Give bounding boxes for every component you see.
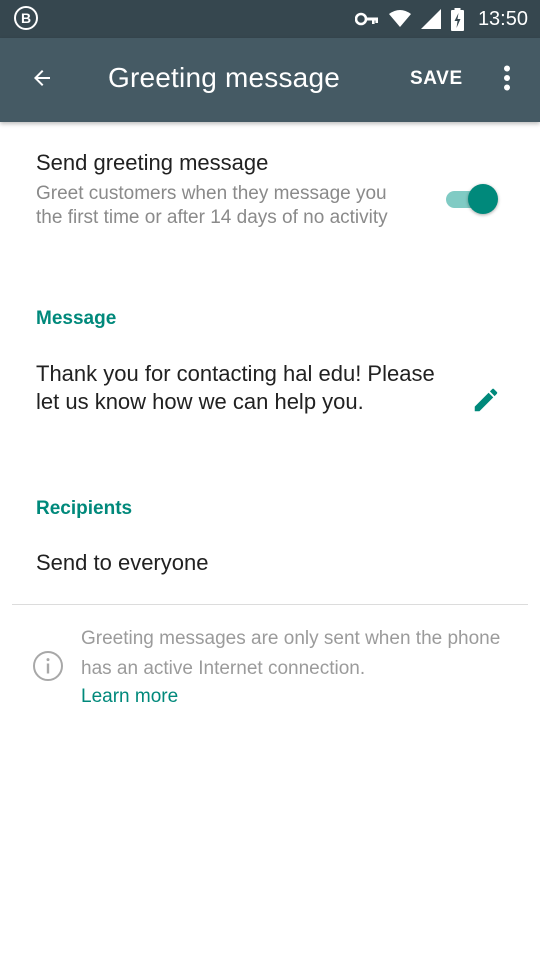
switch-thumb xyxy=(468,184,498,214)
recipients-row[interactable]: Send to everyone xyxy=(0,536,540,594)
more-vert-icon xyxy=(503,65,511,96)
message-row[interactable]: Thank you for contacting hal edu! Please… xyxy=(0,350,540,460)
key-icon xyxy=(354,12,379,26)
back-button[interactable] xyxy=(22,60,62,100)
send-greeting-switch[interactable] xyxy=(444,184,500,214)
send-greeting-description: Greet customers when they message you th… xyxy=(36,183,388,228)
status-bar: B 13:50 xyxy=(0,0,540,38)
info-icon xyxy=(32,650,64,687)
save-button[interactable]: SAVE xyxy=(410,68,463,90)
info-note-text: Greeting messages are only sent when the… xyxy=(81,628,501,679)
status-time: 13:50 xyxy=(477,7,528,30)
divider xyxy=(12,604,528,605)
back-arrow-icon xyxy=(30,66,54,95)
wifi-icon xyxy=(388,10,411,28)
message-section-header: Message xyxy=(36,308,117,329)
pencil-icon xyxy=(471,385,501,420)
send-greeting-title: Send greeting message xyxy=(36,150,269,175)
page-title: Greeting message xyxy=(108,62,340,93)
edit-message-button[interactable] xyxy=(466,382,506,422)
b-notification-icon: B xyxy=(14,6,38,30)
b-notification-label: B xyxy=(20,10,32,26)
recipients-value: Send to everyone xyxy=(36,550,209,575)
app-bar: Greeting message SAVE xyxy=(0,38,540,122)
battery-charging-icon xyxy=(450,7,464,31)
cellular-signal-icon xyxy=(420,9,441,29)
recipients-section-header: Recipients xyxy=(36,498,133,519)
learn-more-link[interactable]: Learn more xyxy=(81,684,178,710)
status-icons: 13:50 xyxy=(354,0,528,38)
send-greeting-toggle-row[interactable]: Send greeting message Greet customers wh… xyxy=(0,122,540,272)
more-options-button[interactable] xyxy=(492,60,522,100)
greeting-message-text: Thank you for contacting hal edu! Please… xyxy=(36,361,435,414)
status-left: B xyxy=(14,6,38,30)
